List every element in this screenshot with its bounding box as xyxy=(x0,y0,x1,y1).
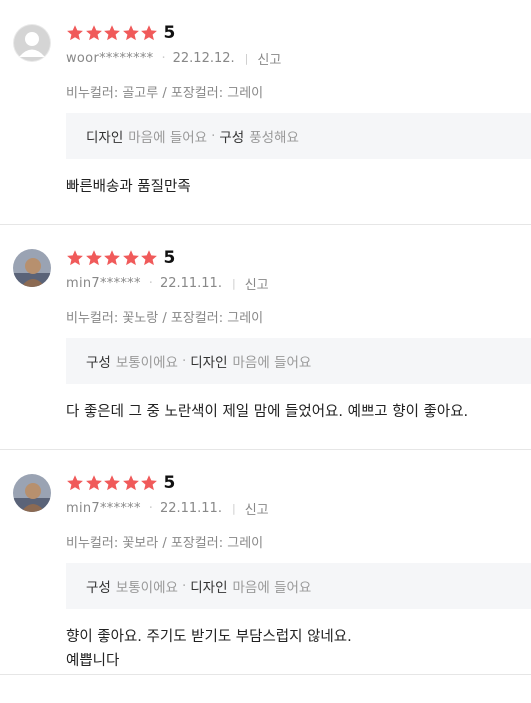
review-list: 5 woor******** · 22.12.12. | 신고 비누컬러: 골고… xyxy=(0,0,531,675)
star-rating xyxy=(66,249,159,267)
purchase-options: 비누컬러: 꽃노랑 / 포장컬러: 그레이 xyxy=(66,311,264,326)
meta-dot-separator: · xyxy=(161,51,166,66)
eval-key: 구성 xyxy=(219,130,245,146)
review-date: 22.11.11. xyxy=(159,276,222,291)
evaluation-box: 구성 보통이에요 · 디자인 마음에 들어요 xyxy=(66,563,531,609)
review-date: 22.11.11. xyxy=(159,501,222,516)
star-rating xyxy=(66,474,159,492)
star-icon xyxy=(85,25,102,41)
reviewer-id: min7****** xyxy=(66,501,141,516)
star-icon xyxy=(104,475,120,491)
rating-score: 5 xyxy=(163,473,176,493)
rating-row: 5 xyxy=(66,247,175,269)
reviewer-id: min7****** xyxy=(66,276,141,291)
review-meta: min7****** · 22.11.11. | 신고 xyxy=(66,499,269,518)
review-text-line: 빠른배송과 품질만족 xyxy=(66,179,191,195)
star-icon xyxy=(122,25,139,41)
meta-bar-separator: | xyxy=(231,502,236,515)
eval-value: 보통이에요 xyxy=(115,355,178,371)
review-text-line: 향이 좋아요. 주기도 받기도 부담스럽지 않네요. xyxy=(66,629,352,645)
star-icon xyxy=(67,250,83,266)
eval-value: 마음에 들어요 xyxy=(232,580,312,596)
review-date: 22.12.12. xyxy=(172,51,235,66)
eval-separator: · xyxy=(181,578,187,594)
star-icon xyxy=(67,25,83,41)
user-avatar xyxy=(13,474,51,512)
rating-score: 5 xyxy=(163,23,176,43)
rating-score: 5 xyxy=(163,248,176,268)
reviewer-id: woor******** xyxy=(66,51,154,66)
report-button[interactable]: 신고 xyxy=(257,49,281,68)
eval-key: 구성 xyxy=(86,355,111,371)
evaluation-box: 구성 보통이에요 · 디자인 마음에 들어요 xyxy=(66,338,531,384)
star-icon xyxy=(141,25,157,41)
star-icon xyxy=(141,475,157,491)
report-button[interactable]: 신고 xyxy=(245,499,269,518)
eval-separator: · xyxy=(211,128,216,144)
star-icon xyxy=(122,475,139,491)
review-meta: min7****** · 22.11.11. | 신고 xyxy=(66,274,269,293)
eval-key: 디자인 xyxy=(190,580,228,596)
meta-bar-separator: | xyxy=(244,52,249,65)
user-avatar xyxy=(13,24,51,62)
star-icon xyxy=(85,250,102,266)
purchase-options: 비누컬러: 골고루 / 포장컬러: 그레이 xyxy=(66,86,264,101)
star-icon xyxy=(85,475,102,491)
star-icon xyxy=(104,250,120,266)
star-icon xyxy=(122,250,139,266)
eval-separator: · xyxy=(181,353,187,369)
review-item: 5 woor******** · 22.12.12. | 신고 비누컬러: 골고… xyxy=(0,0,531,225)
eval-value: 풍성해요 xyxy=(249,130,299,146)
purchase-options: 비누컬러: 꽃보라 / 포장컬러: 그레이 xyxy=(66,536,264,551)
user-avatar xyxy=(13,249,51,287)
star-rating xyxy=(66,24,159,42)
rating-row: 5 xyxy=(66,22,175,44)
review-item: 5 min7****** · 22.11.11. | 신고 비누컬러: 꽃보라 … xyxy=(0,450,531,675)
star-icon xyxy=(141,250,157,266)
review-text-line: 다 좋은데 그 중 노란색이 제일 맘에 들었어요. 예쁘고 향이 좋아요. xyxy=(66,404,469,420)
star-icon xyxy=(104,25,120,41)
star-icon xyxy=(67,475,83,491)
eval-key: 디자인 xyxy=(190,355,228,371)
eval-value: 보통이에요 xyxy=(115,580,178,596)
review-content: 다 좋은데 그 중 노란색이 제일 맘에 들었어요. 예쁘고 향이 좋아요. xyxy=(66,400,521,424)
rating-row: 5 xyxy=(66,472,175,494)
meta-dot-separator: · xyxy=(148,276,153,291)
eval-key: 구성 xyxy=(86,580,111,596)
review-content: 향이 좋아요. 주기도 받기도 부담스럽지 않네요. 예쁩니다 xyxy=(66,625,521,673)
eval-key: 디자인 xyxy=(86,130,124,146)
review-content: 빠른배송과 품질만족 xyxy=(66,175,521,199)
meta-dot-separator: · xyxy=(148,501,153,516)
evaluation-box: 디자인 마음에 들어요 · 구성 풍성해요 xyxy=(66,113,531,159)
report-button[interactable]: 신고 xyxy=(245,274,269,293)
review-meta: woor******** · 22.12.12. | 신고 xyxy=(66,49,281,68)
review-item: 5 min7****** · 22.11.11. | 신고 비누컬러: 꽃노랑 … xyxy=(0,225,531,450)
eval-value: 마음에 들어요 xyxy=(128,130,208,146)
meta-bar-separator: | xyxy=(231,277,236,290)
review-text-line: 예쁩니다 xyxy=(66,653,120,669)
eval-value: 마음에 들어요 xyxy=(232,355,312,371)
